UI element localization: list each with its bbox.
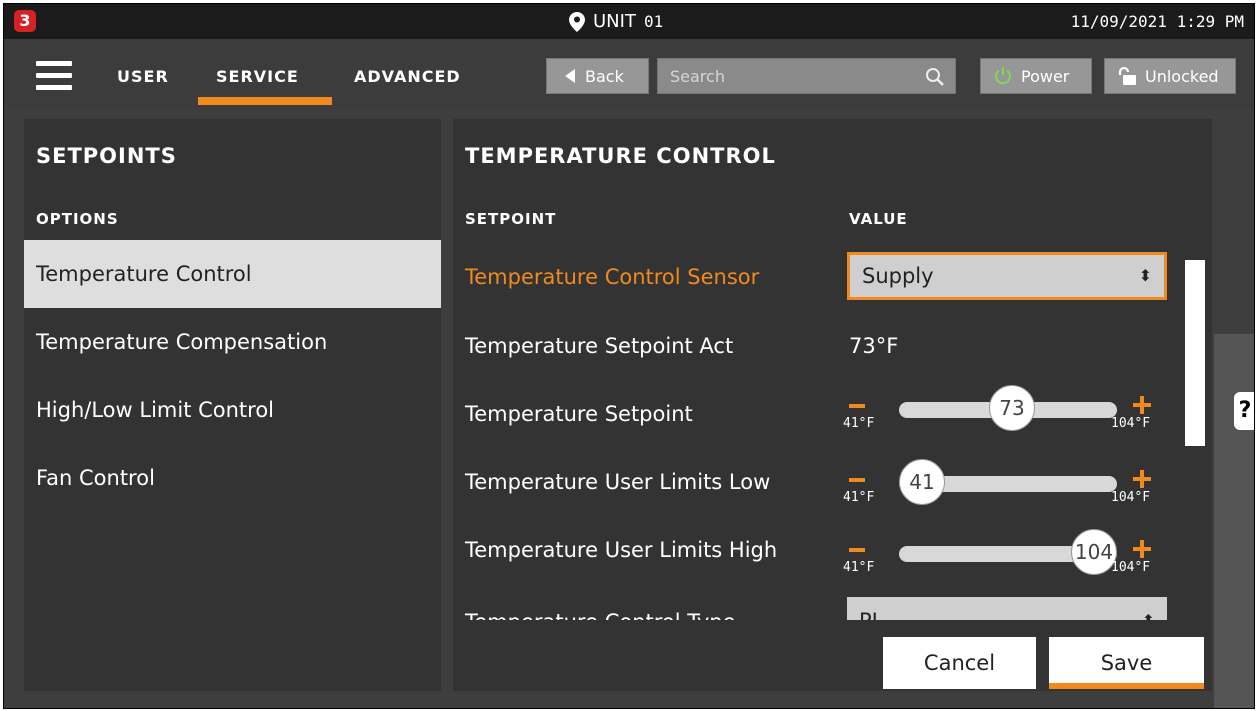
setpoint-act-value: 73°F bbox=[849, 334, 899, 358]
app-window: 3 UNIT 01 11/09/2021 1:29 PM USER SERVIC… bbox=[3, 3, 1255, 709]
tab-user[interactable]: USER bbox=[117, 67, 169, 86]
save-button[interactable]: Save bbox=[1049, 637, 1204, 689]
setpoint-slider[interactable]: 73 41°F 104°F bbox=[841, 385, 1181, 462]
setpoint-column-header: SETPOINT bbox=[465, 210, 557, 228]
decrement-icon[interactable] bbox=[849, 478, 865, 482]
slider-max-label: 104°F bbox=[1111, 560, 1151, 575]
option-fan-control[interactable]: Fan Control bbox=[24, 444, 441, 512]
back-arrow-icon bbox=[565, 69, 575, 83]
search-placeholder: Search bbox=[670, 67, 725, 86]
setpoint-label: Temperature Control Type bbox=[465, 610, 736, 620]
menu-icon[interactable] bbox=[36, 61, 72, 90]
active-tab-indicator bbox=[198, 97, 332, 105]
setpoint-label: Temperature Setpoint bbox=[465, 402, 693, 426]
search-icon bbox=[926, 68, 944, 86]
datetime: 11/09/2021 1:29 PM bbox=[1070, 12, 1244, 31]
slider-thumb[interactable]: 41 bbox=[899, 459, 945, 505]
setpoint-label: Temperature Setpoint Act bbox=[465, 334, 734, 358]
slider-max-label: 104°F bbox=[1111, 490, 1151, 505]
select-value: PI bbox=[859, 609, 878, 620]
value-column-header: VALUE bbox=[849, 210, 908, 228]
unit-number: 01 bbox=[643, 12, 664, 31]
back-button[interactable]: Back bbox=[546, 58, 649, 94]
option-temperature-control[interactable]: Temperature Control bbox=[24, 240, 441, 308]
power-button[interactable]: Power bbox=[980, 58, 1092, 94]
unlocked-padlock-icon bbox=[1118, 66, 1136, 85]
select-arrows-icon: ⬍ bbox=[1138, 266, 1152, 285]
save-accent-bar bbox=[1049, 683, 1204, 689]
search-input[interactable]: Search bbox=[657, 58, 956, 94]
control-sensor-select[interactable]: Supply ⬍ bbox=[847, 252, 1167, 300]
increment-icon[interactable] bbox=[1133, 396, 1151, 414]
setpoint-label: Temperature User Limits High bbox=[465, 538, 778, 562]
location-pin-icon bbox=[569, 11, 585, 32]
cancel-label: Cancel bbox=[923, 651, 996, 675]
nav-bar: USER SERVICE ADVANCED Back Search Power bbox=[4, 39, 1254, 109]
option-high-low-limit-control[interactable]: High/Low Limit Control bbox=[24, 376, 441, 444]
options-panel: SETPOINTS OPTIONS Temperature Control Te… bbox=[24, 119, 441, 691]
slider-min-label: 41°F bbox=[843, 560, 875, 575]
select-arrows-icon: ⬍ bbox=[1142, 597, 1155, 620]
setpoint-label: Temperature User Limits Low bbox=[465, 470, 771, 494]
tab-service[interactable]: SERVICE bbox=[216, 67, 299, 86]
scrollbar-thumb[interactable] bbox=[1185, 260, 1205, 446]
lock-label: Unlocked bbox=[1145, 66, 1219, 86]
save-label: Save bbox=[1100, 651, 1153, 675]
user-limit-low-slider[interactable]: 41 41°F 104°F bbox=[841, 459, 1181, 536]
options-header: OPTIONS bbox=[36, 210, 119, 228]
slider-min-label: 41°F bbox=[843, 416, 875, 431]
background-stripe bbox=[1214, 334, 1254, 708]
decrement-icon[interactable] bbox=[849, 404, 865, 408]
panel-title: TEMPERATURE CONTROL bbox=[465, 144, 776, 168]
unit-indicator: UNIT 01 bbox=[569, 4, 663, 39]
power-label: Power bbox=[1021, 66, 1070, 86]
control-type-select[interactable]: PI ⬍ bbox=[847, 597, 1167, 620]
increment-icon[interactable] bbox=[1133, 470, 1151, 488]
unit-label: UNIT bbox=[593, 11, 636, 32]
back-label: Back bbox=[585, 66, 624, 86]
panel-title: SETPOINTS bbox=[36, 144, 177, 168]
slider-thumb[interactable]: 73 bbox=[989, 385, 1035, 431]
brand-logo: 3 bbox=[14, 10, 36, 32]
status-bar: 3 UNIT 01 11/09/2021 1:29 PM bbox=[4, 4, 1254, 39]
decrement-icon[interactable] bbox=[849, 548, 865, 552]
setpoint-label: Temperature Control Sensor bbox=[465, 265, 760, 289]
increment-icon[interactable] bbox=[1133, 540, 1151, 558]
select-value: Supply bbox=[862, 264, 934, 288]
option-temperature-compensation[interactable]: Temperature Compensation bbox=[24, 308, 441, 376]
setpoints-panel: TEMPERATURE CONTROL SETPOINT VALUE Tempe… bbox=[453, 119, 1212, 691]
help-tab[interactable]: ? bbox=[1234, 392, 1254, 430]
slider-max-label: 104°F bbox=[1111, 416, 1151, 431]
slider-min-label: 41°F bbox=[843, 490, 875, 505]
setpoint-list[interactable]: Temperature Control Sensor Supply ⬍ Temp… bbox=[453, 240, 1212, 620]
tab-advanced[interactable]: ADVANCED bbox=[354, 67, 461, 86]
cancel-button[interactable]: Cancel bbox=[883, 637, 1036, 689]
lock-toggle-button[interactable]: Unlocked bbox=[1104, 58, 1236, 94]
power-icon bbox=[995, 67, 1011, 85]
